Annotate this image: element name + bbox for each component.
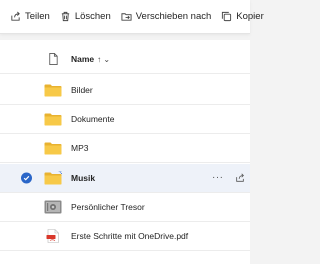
- list-header: Name ↑ ⌄: [0, 45, 250, 74]
- copy-to-button[interactable]: Kopier: [216, 0, 268, 33]
- copy-icon: [222, 11, 232, 22]
- share-label: Teilen: [25, 11, 50, 22]
- list-item[interactable]: Erste Schritte mit OneDrive.pdf: [0, 222, 250, 251]
- move-to-label: Verschieben nach: [135, 11, 212, 22]
- move-to-button[interactable]: Verschieben nach: [116, 0, 217, 33]
- move-folder-icon: [121, 13, 132, 21]
- list-item[interactable]: Dokumente: [0, 105, 250, 134]
- row-actions: ···: [212, 173, 245, 183]
- copy-to-label: Kopier: [236, 11, 264, 22]
- shared-folder-icon: [44, 171, 62, 185]
- share-icon[interactable]: [235, 173, 245, 183]
- command-bar: Teilen Löschen Verschieben nach Kopier: [0, 0, 264, 34]
- list-item[interactable]: Bilder: [0, 76, 250, 105]
- list-item-selected[interactable]: Musik ···: [0, 164, 250, 193]
- item-name[interactable]: Musik: [71, 173, 95, 183]
- file-type-icon[interactable]: [44, 53, 62, 66]
- pdf-icon: [46, 229, 59, 243]
- name-column-header[interactable]: Name ↑ ⌄: [71, 54, 110, 64]
- delete-button[interactable]: Löschen: [55, 0, 116, 33]
- delete-label: Löschen: [74, 11, 111, 22]
- name-column-label: Name: [71, 54, 95, 64]
- folder-icon: [44, 142, 62, 155]
- item-name[interactable]: Bilder: [71, 85, 93, 95]
- sort-ascending-icon[interactable]: ↑ ⌄: [97, 55, 110, 64]
- folder-icon: [44, 84, 62, 97]
- list-item[interactable]: MP3: [0, 134, 250, 163]
- file-list: Name ↑ ⌄ Bilder Dokumente MP3 Musik ··· …: [0, 40, 250, 264]
- vault-icon: [44, 200, 62, 214]
- share-icon: [11, 11, 20, 21]
- folder-icon: [44, 113, 62, 126]
- item-name[interactable]: Persönlicher Tresor: [71, 202, 145, 212]
- item-name[interactable]: MP3: [71, 143, 88, 153]
- trash-icon: [61, 11, 69, 22]
- item-name[interactable]: Erste Schritte mit OneDrive.pdf: [71, 231, 188, 241]
- more-options-icon[interactable]: ···: [212, 173, 224, 183]
- share-button[interactable]: Teilen: [0, 0, 55, 33]
- selected-checkmark-icon[interactable]: [21, 172, 32, 184]
- list-item[interactable]: Persönlicher Tresor: [0, 193, 250, 222]
- item-name[interactable]: Dokumente: [71, 114, 114, 124]
